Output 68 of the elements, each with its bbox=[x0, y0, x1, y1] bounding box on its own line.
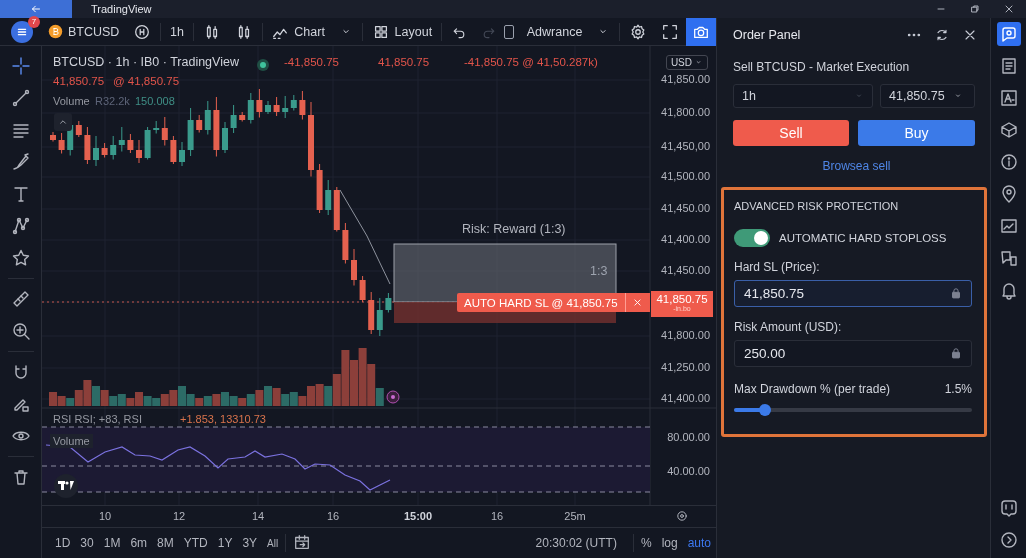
panel-subtitle: Sell BTCUSD - Market Execution bbox=[733, 60, 911, 74]
range-button[interactable]: 8M bbox=[152, 536, 179, 550]
field-label: Risk Amount (USD): bbox=[734, 320, 843, 334]
legend-value: -41,850.75 bbox=[284, 56, 339, 68]
template-button[interactable]: Adwrance bbox=[519, 18, 590, 45]
volume-value: R32.2k bbox=[95, 95, 130, 107]
price-label: 41,500.00 bbox=[661, 170, 710, 182]
symbol-button[interactable]: BTCUSD bbox=[41, 18, 127, 45]
slider-value: 1.5% bbox=[944, 382, 972, 396]
chart-legend-title: BTCUSD · 1h · IB0 · TradingView bbox=[53, 55, 239, 69]
chart-type-button[interactable]: Chart bbox=[264, 18, 332, 45]
range-button[interactable]: 30 bbox=[75, 536, 99, 550]
volume-value: 150.008 bbox=[135, 95, 175, 107]
currency-dropdown[interactable]: USD bbox=[665, 55, 708, 70]
time-label: 15:00 bbox=[403, 510, 433, 522]
price-label: 41,800.00 bbox=[661, 106, 710, 118]
range-button[interactable]: 1Y bbox=[212, 536, 238, 550]
price-label: 41,850.00 bbox=[661, 73, 710, 85]
interval-select[interactable]: 1h bbox=[733, 84, 873, 108]
input-field[interactable]: 250.00 bbox=[734, 340, 972, 367]
time-label: 16 bbox=[326, 510, 340, 522]
legend-value: 41,850.75 bbox=[53, 75, 105, 87]
range-button[interactable]: 1D bbox=[50, 536, 76, 550]
volume-label: Volume bbox=[50, 434, 93, 448]
time-label: 16 bbox=[490, 510, 504, 522]
scale-option[interactable]: log bbox=[656, 536, 683, 550]
browse-link[interactable]: Browsea sell bbox=[822, 159, 891, 173]
toggle-label: AUTOMATIC HARD STOPLOSS bbox=[779, 232, 947, 244]
price-label: 80.00.00 bbox=[667, 431, 710, 443]
price-label: 41,400.00 bbox=[661, 392, 710, 404]
field-label: Hard SL (Price): bbox=[734, 260, 821, 274]
clock-label: 20:30:02 (UTT) bbox=[535, 536, 617, 550]
rsi-value: +1.853, 13310.73 bbox=[180, 413, 266, 425]
price-select[interactable]: 41,850.75 bbox=[880, 84, 975, 108]
legend-value: 41,850.75 bbox=[378, 56, 430, 68]
price-label: 41,400.00 bbox=[661, 233, 710, 245]
slider-label: Max Drawdown % (per trade) bbox=[734, 382, 891, 396]
range-button[interactable]: 1M bbox=[98, 536, 126, 550]
buy-button[interactable]: Buy bbox=[858, 120, 975, 146]
price-label: 41,450.00 bbox=[661, 264, 710, 276]
price-label: 41,450,00 bbox=[661, 140, 710, 152]
time-label: 12 bbox=[172, 510, 186, 522]
price-label: 41,250.00 bbox=[661, 361, 710, 373]
price-label: 40.00.00 bbox=[667, 465, 710, 477]
section-heading: ADVANCED RISK PROTECTION bbox=[734, 200, 900, 212]
stop-loss-label: AUTO HARD SL @ 41,850.75 bbox=[457, 293, 625, 312]
ratio-label: 1:3 bbox=[590, 264, 608, 278]
range-button[interactable]: YTD bbox=[178, 536, 213, 550]
scale-option[interactable]: auto bbox=[682, 536, 716, 550]
risk-reward-title: Risk: Reward (1:3) bbox=[462, 222, 566, 236]
time-label: 25m bbox=[564, 510, 586, 522]
rsi-label: RSI RSI; +83, RSI bbox=[53, 413, 142, 425]
price-label: 41,800.00 bbox=[661, 329, 710, 341]
legend-value: @ 41,850.75 bbox=[113, 75, 180, 87]
range-button[interactable]: All bbox=[262, 537, 284, 549]
range-button[interactable]: 3Y bbox=[237, 536, 263, 550]
window-title: TradingView bbox=[91, 3, 153, 15]
input-field[interactable]: 41,850.75 bbox=[734, 280, 972, 307]
layout-button[interactable]: Layout bbox=[364, 18, 440, 45]
time-label: 14 bbox=[251, 510, 265, 522]
range-button[interactable]: 6m bbox=[125, 536, 153, 550]
scale-option[interactable]: % bbox=[635, 536, 657, 550]
interval-button[interactable]: 1h bbox=[163, 18, 191, 45]
volume-label: Volume bbox=[53, 95, 90, 107]
price-label: 41,450.00 bbox=[661, 202, 710, 214]
time-label: 10 bbox=[98, 510, 112, 522]
panel-title: Order Panel bbox=[733, 28, 802, 42]
legend-value: -41,850.75 @ 41,50.287k) bbox=[464, 56, 598, 68]
